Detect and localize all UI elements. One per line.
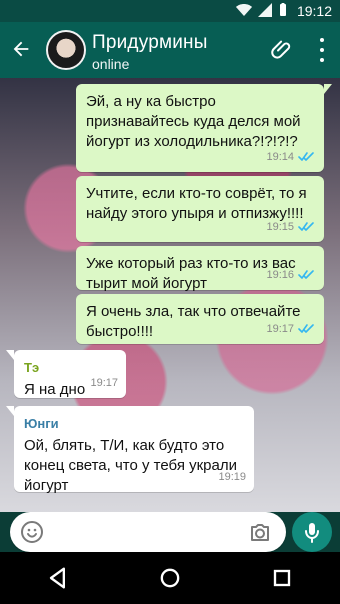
message-time: 19:19: [218, 467, 246, 487]
mic-icon: [305, 523, 319, 543]
chat-title[interactable]: Придурмины: [92, 32, 208, 54]
more-vert-icon: [320, 48, 324, 52]
message-content: Юнги Ой, блять, Т/И, как будто это конец…: [14, 406, 254, 512]
time-label: 19:15: [266, 221, 294, 233]
message-incoming[interactable]: Юнги Ой, блять, Т/И, как будто это конец…: [6, 406, 254, 494]
message-time: 19:17: [266, 319, 314, 339]
message-input-container[interactable]: [10, 512, 286, 552]
sender-name: Юнги: [24, 416, 59, 431]
status-bar: 19:12: [0, 0, 340, 22]
paperclip-icon: [271, 40, 291, 59]
system-nav-bar: [0, 552, 340, 604]
back-triangle-icon[interactable]: [44, 564, 72, 592]
smile-icon[interactable]: [20, 520, 44, 544]
message-text: Ой, блять, Т/И, как будто это конец свет…: [24, 437, 237, 494]
chat-app-bar: Придурмины online: [0, 22, 340, 78]
message-outgoing[interactable]: Эй, а ну ка быстро признавайтесь куда де…: [76, 84, 332, 172]
battery-icon: [280, 3, 286, 16]
more-options-button[interactable]: [316, 38, 328, 62]
signal-icon: [258, 3, 272, 17]
time-label: 19:17: [266, 323, 294, 335]
attach-button[interactable]: [270, 38, 294, 62]
more-vert-icon: [320, 58, 324, 62]
message-outgoing[interactable]: Я очень зла, так что отвечайте быстро!!!…: [76, 294, 324, 344]
double-check-icon: [298, 152, 314, 161]
message-composer: [0, 512, 340, 552]
arrow-back-icon: [13, 41, 29, 57]
double-check-icon: [298, 270, 314, 279]
message-time: 19:16: [266, 265, 314, 285]
message-time: 19:14: [266, 147, 314, 167]
time-label: 19:14: [266, 151, 294, 163]
time-label: 19:16: [266, 269, 294, 281]
message-time: 19:15: [266, 217, 314, 237]
chat-status: online: [92, 56, 130, 72]
status-time: 19:12: [296, 3, 332, 19]
wifi-icon: [236, 4, 252, 16]
message-incoming[interactable]: Тэ Я на дно 19:17: [6, 350, 126, 398]
home-circle-icon[interactable]: [156, 564, 184, 592]
time-label: 19:17: [90, 377, 118, 389]
recents-square-icon[interactable]: [268, 564, 296, 592]
status-icons: [236, 3, 288, 17]
voice-message-button[interactable]: [292, 512, 332, 552]
message-outgoing[interactable]: Уже который раз кто-то из вас тырит мой …: [76, 246, 324, 292]
chat-wallpaper[interactable]: Эй, а ну ка быстро признавайтесь куда де…: [0, 78, 340, 512]
back-button[interactable]: [8, 36, 34, 62]
double-check-icon: [298, 324, 314, 333]
more-vert-icon: [320, 38, 324, 42]
time-label: 19:19: [218, 471, 246, 483]
message-outgoing[interactable]: Учтите, если кто-то соврёт, то я найду э…: [76, 176, 324, 242]
double-check-icon: [298, 222, 314, 231]
camera-icon[interactable]: [248, 521, 272, 543]
chat-avatar[interactable]: [46, 30, 86, 70]
message-time: 19:17: [90, 373, 118, 393]
